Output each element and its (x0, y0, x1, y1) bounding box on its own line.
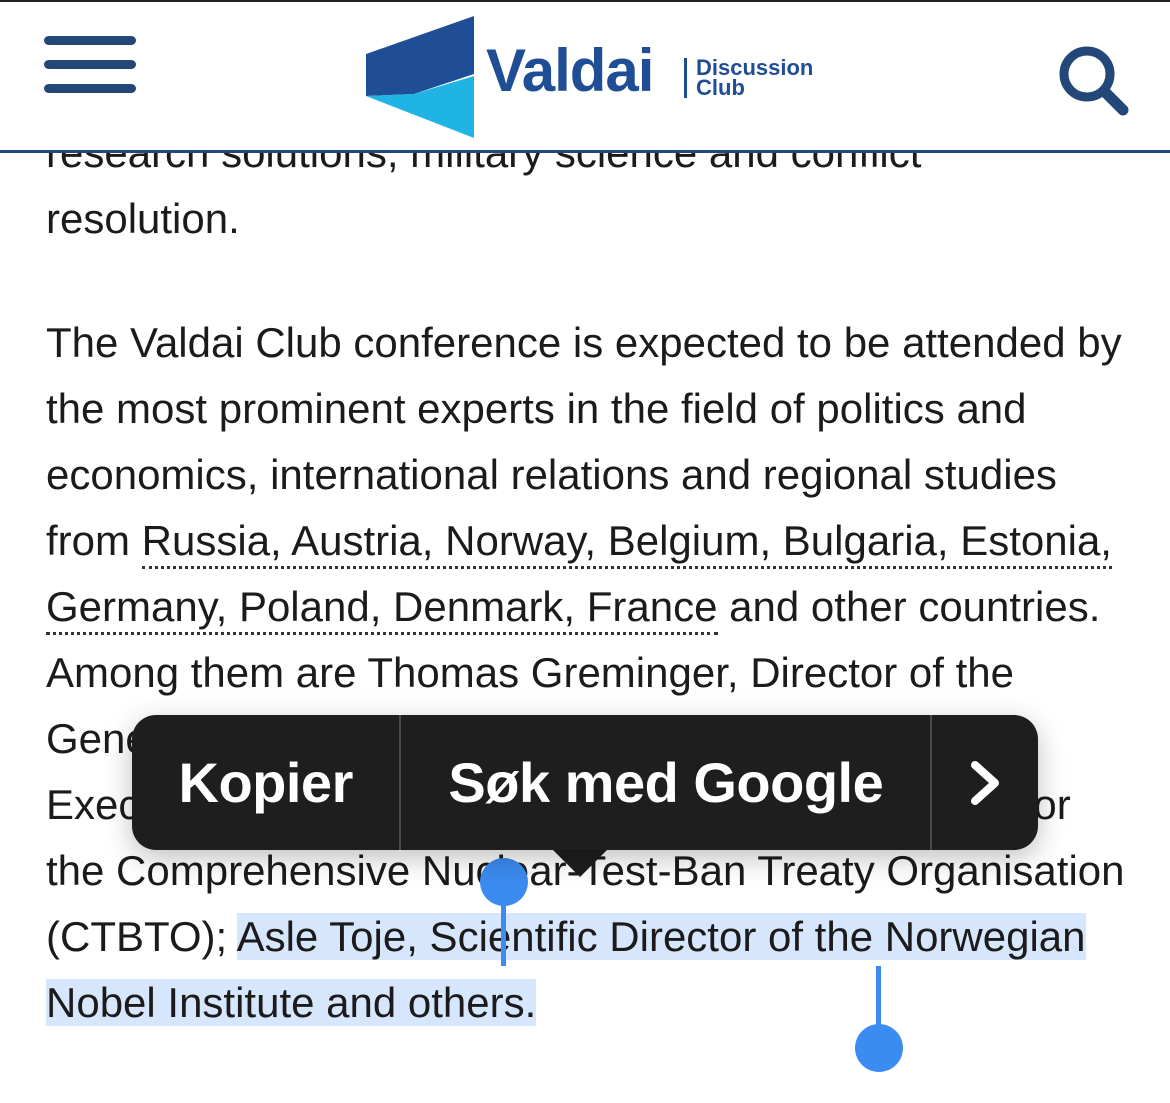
logo-subtitle: Discussion Club (696, 57, 813, 100)
selection-start-handle[interactable] (480, 858, 528, 906)
paragraph-1-end: resolution. (46, 195, 240, 242)
logo-mark-icon (366, 16, 474, 138)
search-google-button[interactable]: Søk med Google (401, 715, 930, 850)
site-header: Valdai Discussion Club (0, 2, 1170, 153)
logo-divider (684, 58, 687, 98)
search-icon[interactable] (1055, 42, 1131, 118)
menu-bar-middle (44, 60, 136, 69)
menu-bar-top (44, 36, 136, 45)
selection-end-handle[interactable] (855, 1024, 903, 1072)
chevron-right-icon (971, 760, 1000, 805)
magnifier-glyph-icon (1059, 46, 1129, 116)
logo-subtitle-line-2: Club (696, 75, 745, 100)
hamburger-menu-icon[interactable] (44, 36, 136, 96)
text-selection-menu: Kopier Søk med Google (132, 715, 1038, 850)
paragraph-2: The Valdai Club conference is expected t… (46, 310, 1136, 1036)
menu-bar-bottom (44, 84, 136, 93)
more-options-chevron-icon[interactable] (932, 715, 1038, 850)
copy-button[interactable]: Kopier (132, 715, 399, 850)
valdai-logo[interactable]: Valdai Discussion Club (366, 16, 816, 138)
selection-end-line (876, 966, 881, 1030)
logo-wordmark: Valdai (486, 37, 654, 104)
